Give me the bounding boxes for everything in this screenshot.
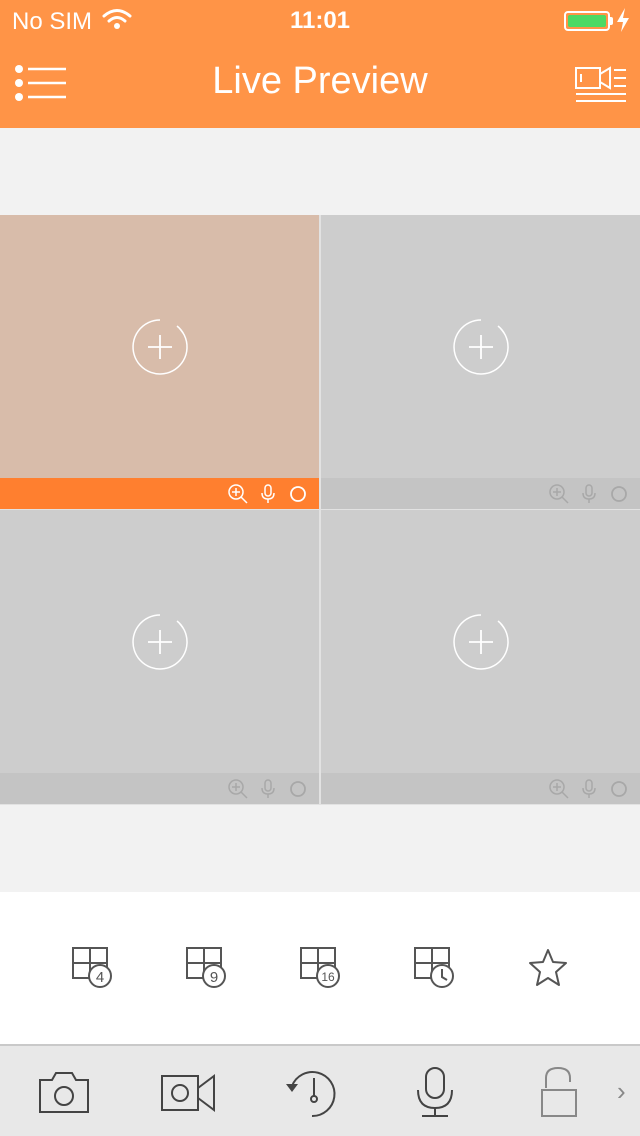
layout-badge: 9	[210, 969, 218, 986]
battery-tip	[610, 17, 613, 25]
grid-4-icon[interactable]: 4	[71, 946, 115, 990]
video-view[interactable]	[0, 215, 319, 478]
favorite-star-icon[interactable]	[526, 946, 570, 990]
video-view[interactable]	[321, 510, 640, 773]
more-chevron[interactable]: ›	[617, 1078, 637, 1104]
layout-badge: 16	[321, 970, 335, 984]
add-circle-icon[interactable]	[131, 613, 189, 671]
microphone-icon[interactable]	[257, 483, 279, 505]
record-circle-icon[interactable]	[608, 778, 630, 800]
layout-badge: 4	[96, 969, 104, 986]
zoom-icon[interactable]	[548, 778, 570, 800]
battery-icon	[564, 11, 610, 31]
video-view[interactable]	[0, 510, 319, 773]
video-cell[interactable]	[0, 215, 319, 509]
cell-control-bar	[0, 478, 319, 509]
charging-bolt-icon	[617, 8, 629, 32]
grid-schedule-icon[interactable]	[413, 946, 457, 990]
video-view[interactable]	[321, 215, 640, 478]
status-bar: No SIM 11:01	[0, 0, 640, 40]
microphone-icon[interactable]	[578, 483, 600, 505]
page-title: Live Preview	[212, 60, 428, 102]
add-circle-icon[interactable]	[452, 613, 510, 671]
playback-icon[interactable]	[282, 1064, 342, 1120]
bottom-toolbar: ›	[0, 1044, 640, 1136]
record-circle-icon[interactable]	[608, 483, 630, 505]
camera-snapshot-icon[interactable]	[34, 1064, 94, 1120]
zoom-icon[interactable]	[548, 483, 570, 505]
layout-panel: 4 9 16	[0, 892, 640, 1044]
menu-list-icon[interactable]	[14, 64, 68, 104]
header: No SIM 11:01 Live Preview	[0, 0, 640, 128]
grid-16-icon[interactable]: 16	[299, 946, 343, 990]
unlock-icon[interactable]	[530, 1064, 590, 1120]
microphone-icon[interactable]	[257, 778, 279, 800]
zoom-icon[interactable]	[227, 778, 249, 800]
add-circle-icon[interactable]	[452, 318, 510, 376]
video-grid	[0, 215, 640, 805]
cell-control-bar	[321, 478, 640, 509]
video-cell[interactable]	[321, 510, 640, 804]
video-cell[interactable]	[0, 510, 319, 804]
add-circle-icon[interactable]	[131, 318, 189, 376]
record-circle-icon[interactable]	[287, 483, 309, 505]
video-record-icon[interactable]	[158, 1064, 218, 1120]
cell-control-bar	[321, 773, 640, 804]
record-circle-icon[interactable]	[287, 778, 309, 800]
cell-control-bar	[0, 773, 319, 804]
microphone-icon[interactable]	[406, 1064, 466, 1120]
video-cell[interactable]	[321, 215, 640, 509]
device-list-icon[interactable]	[574, 64, 628, 104]
zoom-icon[interactable]	[227, 483, 249, 505]
microphone-icon[interactable]	[578, 778, 600, 800]
status-time: 11:01	[289, 7, 351, 34]
grid-9-icon[interactable]: 9	[185, 946, 229, 990]
